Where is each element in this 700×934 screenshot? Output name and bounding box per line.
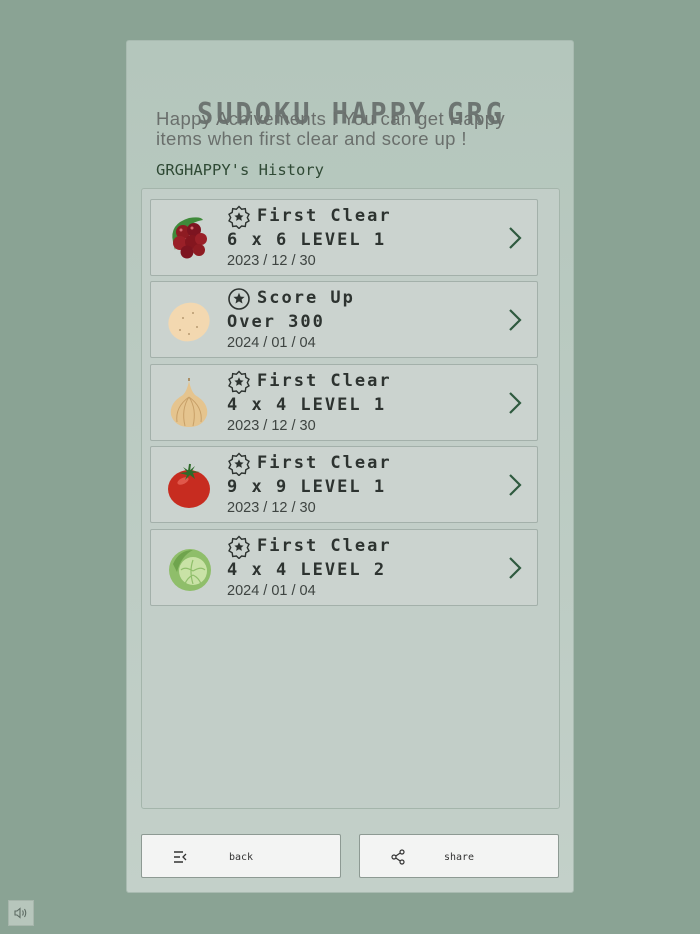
achievement-date: 2023 / 12 / 30 (227, 253, 316, 269)
tomato-icon (168, 463, 210, 508)
intro-text: Happy Achivements ! You can get Happy it… (156, 108, 506, 149)
star-seal-badge-icon (228, 535, 250, 559)
star-seal-badge-icon (228, 370, 250, 394)
achievement-date: 2024 / 01 / 04 (227, 335, 316, 351)
achievement-detail: 9 x 9 LEVEL 1 (227, 477, 387, 497)
speaker-icon (14, 907, 27, 919)
chevron-right-icon[interactable] (507, 555, 523, 581)
app-panel: SUDOKU HAPPY GRG Happy Achivements ! You… (126, 40, 574, 893)
history-label: GRGHAPPY's History (156, 161, 324, 179)
achievement-card[interactable]: Score Up Over 300 2024 / 01 / 04 (150, 281, 538, 358)
achievement-date: 2023 / 12 / 30 (227, 500, 316, 516)
achievement-date: 2024 / 01 / 04 (227, 583, 316, 599)
grapes-icon (172, 217, 207, 259)
achievement-detail: 4 x 4 LEVEL 1 (227, 395, 387, 415)
star-circle-badge-icon (228, 288, 250, 310)
potato-icon (168, 302, 210, 342)
achievement-card[interactable]: First Clear 9 x 9 LEVEL 1 2023 / 12 / 30 (150, 446, 538, 523)
achievement-detail: 4 x 4 LEVEL 2 (227, 560, 387, 580)
achievement-title: First Clear (257, 206, 392, 226)
achievement-card[interactable]: First Clear 6 x 6 LEVEL 1 2023 / 12 / 30 (150, 199, 538, 276)
achievement-detail: Over 300 (227, 312, 325, 332)
star-seal-badge-icon (228, 205, 250, 229)
chevron-right-icon[interactable] (507, 307, 523, 333)
history-list[interactable]: First Clear 6 x 6 LEVEL 1 2023 / 12 / 30… (141, 188, 560, 809)
achievement-card[interactable]: First Clear 4 x 4 LEVEL 1 2023 / 12 / 30 (150, 364, 538, 441)
achievement-title: First Clear (257, 536, 392, 556)
chevron-right-icon[interactable] (507, 390, 523, 416)
onion-icon (170, 378, 208, 427)
star-seal-badge-icon (228, 452, 250, 476)
share-button-label: share (443, 852, 475, 863)
back-button-label: back (228, 852, 254, 863)
chevron-right-icon[interactable] (507, 472, 523, 498)
achievement-title: Score Up (257, 288, 355, 308)
achievement-title: First Clear (257, 371, 392, 391)
cabbage-icon (169, 549, 211, 591)
sound-toggle-button[interactable] (8, 900, 34, 926)
share-button[interactable]: share (359, 834, 559, 878)
achievement-title: First Clear (257, 453, 392, 473)
back-button[interactable]: back (141, 834, 341, 878)
achievement-card[interactable]: First Clear 4 x 4 LEVEL 2 2024 / 01 / 04 (150, 529, 538, 606)
achievement-detail: 6 x 6 LEVEL 1 (227, 230, 387, 250)
achievement-date: 2023 / 12 / 30 (227, 418, 316, 434)
chevron-right-icon[interactable] (507, 225, 523, 251)
